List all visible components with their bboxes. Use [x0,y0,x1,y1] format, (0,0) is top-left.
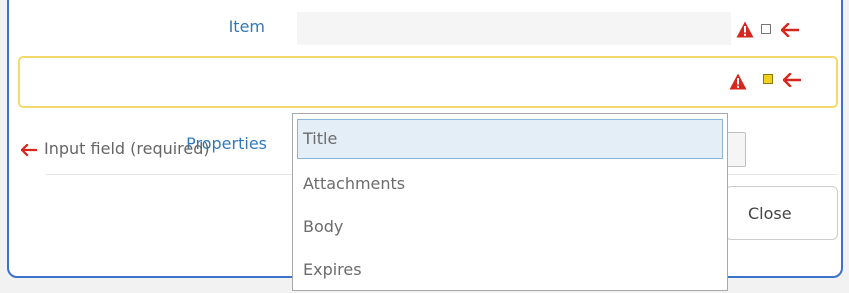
left-arrow-icon [781,23,799,37]
properties-row: Properties [18,56,838,167]
warning-icon [729,73,747,90]
properties-dropdown-list: Title Attachments Body Expires [292,113,728,291]
required-note: Input field (required) [21,139,299,158]
left-arrow-icon [783,73,801,87]
status-square-icon[interactable] [763,74,773,84]
dropdown-option-title[interactable]: Title [297,119,723,159]
item-field[interactable] [297,12,731,45]
close-button[interactable]: Close [725,186,838,240]
left-arrow-icon [21,143,37,156]
dropdown-option-attachments[interactable]: Attachments [297,164,723,204]
required-note-text: Input field (required) [44,139,210,158]
warning-icon [736,21,754,38]
item-label: Item [228,17,265,36]
dropdown-option-expires[interactable]: Expires [297,250,723,290]
status-square-icon[interactable] [761,24,771,34]
dropdown-option-body[interactable]: Body [297,207,723,247]
